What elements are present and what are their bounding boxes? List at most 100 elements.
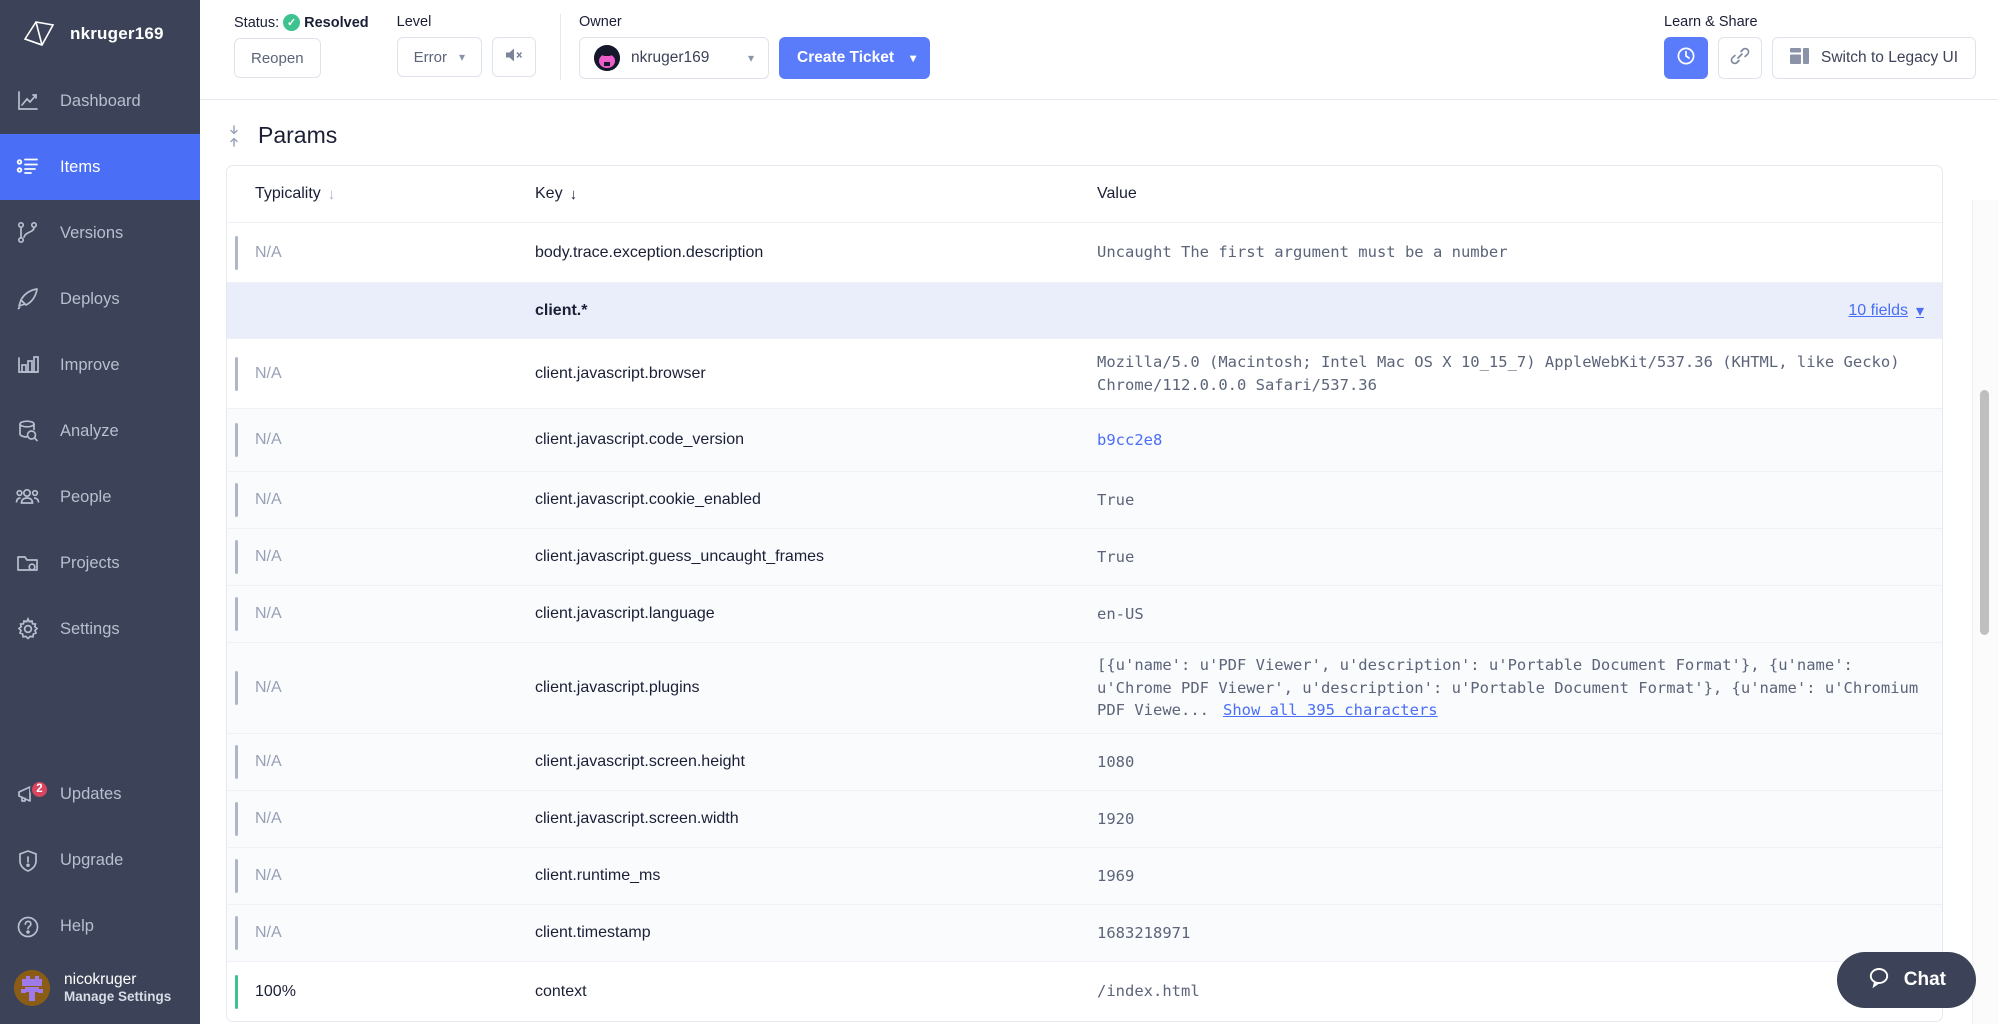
table-row[interactable]: 100% context /index.html (227, 961, 1942, 1021)
table-row[interactable]: N/A client.javascript.screen.height 1080 (227, 733, 1942, 790)
create-ticket-button[interactable]: Create Ticket ▾ (779, 37, 931, 79)
copy-link-button[interactable] (1718, 37, 1763, 79)
table-row[interactable]: N/A client.javascript.browser Mozilla/5.… (227, 338, 1942, 408)
sidebar-item-label: Versions (60, 223, 124, 242)
owner-dropdown[interactable]: nkruger169 ▾ (579, 37, 769, 79)
sort-arrow-down-icon: ↓ (327, 185, 336, 203)
typicality-bar (235, 235, 238, 270)
sidebar-item-analyze[interactable]: Analyze (0, 398, 200, 464)
params-table: Typicality ↓ Key ↓ Value N/A body.trace.… (226, 165, 1943, 1022)
chat-label: Chat (1903, 969, 1946, 990)
value-text: Mozilla/5.0 (Macintosh; Intel Mac OS X 1… (1097, 352, 1900, 394)
branch-icon (12, 217, 44, 249)
topbar: Status: ✓ Resolved Reopen Level Error ▾ (200, 0, 1998, 100)
sidebar-item-dashboard[interactable]: Dashboard (0, 68, 200, 134)
value-text: 1683218971 (1097, 923, 1191, 942)
key-value: client.* (535, 301, 588, 319)
sidebar-item-settings[interactable]: Settings (0, 596, 200, 662)
sidebar-item-label: Analyze (60, 421, 119, 440)
sidebar-item-versions[interactable]: Versions (0, 200, 200, 266)
sidebar-item-improve[interactable]: Improve (0, 332, 200, 398)
typicality-value: N/A (255, 810, 282, 827)
sidebar-item-label: Improve (60, 355, 120, 374)
page-title: Params (258, 122, 338, 148)
owner-actions: nkruger169 ▾ Create Ticket ▾ (579, 37, 931, 79)
rocket-icon (12, 283, 44, 315)
value-text: 1920 (1097, 809, 1135, 828)
typicality-value: N/A (255, 243, 282, 261)
column-header-value-label: Value (1097, 185, 1137, 202)
chart-line-icon (12, 85, 44, 117)
key-value: client.javascript.language (535, 605, 715, 622)
brand-name: nkruger169 (70, 24, 164, 43)
gear-icon (12, 613, 44, 645)
level-label: Level (396, 14, 432, 30)
check-icon: ✓ (283, 14, 301, 31)
params-header: Params (200, 100, 1943, 165)
mute-button[interactable] (492, 37, 536, 77)
typicality-value: N/A (255, 679, 282, 696)
sidebar-item-upgrade[interactable]: Upgrade (0, 828, 200, 894)
sidebar-item-projects[interactable]: Projects (0, 530, 200, 596)
show-all-characters-link[interactable]: Show all 395 characters (1223, 701, 1438, 719)
table-row[interactable]: N/A client.runtime_ms 1969 (227, 847, 1942, 904)
table-row[interactable]: N/A client.javascript.screen.width 1920 (227, 790, 1942, 847)
typicality-bar (235, 916, 238, 950)
scrollbar-thumb[interactable] (1980, 390, 1989, 635)
question-circle-icon (12, 911, 44, 943)
app-root: nkruger169 Dashboard Items Versions Depl… (0, 0, 1998, 1024)
table-row[interactable]: N/A client.timestamp 1683218971 (227, 904, 1942, 961)
learn-share-actions: Switch to Legacy UI (1664, 37, 1976, 79)
typicality-bar (235, 597, 238, 631)
owner-group: Owner nkruger169 ▾ Create Ticket ▾ (579, 14, 931, 79)
table-row[interactable]: N/A client.javascript.cookie_enabled Tru… (227, 471, 1942, 528)
typicality-value: N/A (255, 867, 282, 884)
learn-share-label: Learn & Share (1664, 14, 1758, 30)
typicality-value: 100% (255, 982, 296, 1000)
table-row[interactable]: N/A client.javascript.code_version b9cc2… (227, 408, 1942, 471)
column-header-typicality-label: Typicality (255, 185, 321, 202)
shield-alert-icon (12, 845, 44, 877)
typicality-bar (235, 859, 238, 893)
table-row[interactable]: N/A body.trace.exception.description Unc… (227, 222, 1942, 282)
list-icon (12, 151, 44, 183)
sidebar-item-help[interactable]: Help (0, 894, 200, 960)
create-ticket-label: Create Ticket (797, 49, 895, 66)
sidebar-user[interactable]: nicokruger Manage Settings (0, 960, 200, 1024)
table-row[interactable]: N/A client.javascript.guess_uncaught_fra… (227, 528, 1942, 585)
typicality-bar (235, 802, 238, 836)
column-header-typicality[interactable]: Typicality ↓ (227, 185, 527, 203)
fields-expand-link[interactable]: 10 fields ▾ (1097, 301, 1924, 321)
sidebar-item-people[interactable]: People (0, 464, 200, 530)
speaker-mute-icon (504, 46, 524, 68)
table-row[interactable]: N/A client.javascript.plugins [{u'name':… (227, 642, 1942, 733)
sidebar-item-items[interactable]: Items (0, 134, 200, 200)
manage-settings-link[interactable]: Manage Settings (64, 989, 171, 1006)
brand[interactable]: nkruger169 (0, 0, 200, 68)
value-text: True (1097, 547, 1135, 566)
sidebar-item-label: Upgrade (60, 851, 124, 870)
chat-button[interactable]: Chat (1836, 952, 1976, 1008)
sidebar-item-deploys[interactable]: Deploys (0, 266, 200, 332)
reopen-button[interactable]: Reopen (234, 38, 321, 78)
switch-legacy-ui-button[interactable]: Switch to Legacy UI (1772, 37, 1976, 79)
history-button[interactable] (1664, 37, 1709, 79)
value-text: /index.html (1097, 982, 1200, 1001)
sidebar-item-updates[interactable]: 2 Updates (0, 762, 200, 828)
sidebar-item-label: Projects (60, 553, 120, 572)
table-row-group[interactable]: client.* 10 fields ▾ (227, 282, 1942, 338)
level-actions: Error ▾ (396, 37, 536, 77)
typicality-value: N/A (255, 548, 282, 565)
status-label-row: Status: ✓ Resolved (234, 14, 369, 31)
column-header-key[interactable]: Key ↓ (527, 185, 1097, 203)
chevron-down-icon: ▾ (747, 51, 754, 65)
value-link[interactable]: b9cc2e8 (1097, 431, 1162, 449)
collapse-vertical-icon[interactable] (226, 124, 242, 147)
key-value: client.javascript.browser (535, 364, 706, 382)
database-search-icon (12, 415, 44, 447)
level-value: Error (413, 48, 447, 66)
sidebar-item-label: People (60, 487, 112, 506)
table-row[interactable]: N/A client.javascript.language en-US (227, 585, 1942, 642)
bar-chart-icon (12, 349, 44, 381)
level-dropdown[interactable]: Error ▾ (396, 37, 482, 77)
